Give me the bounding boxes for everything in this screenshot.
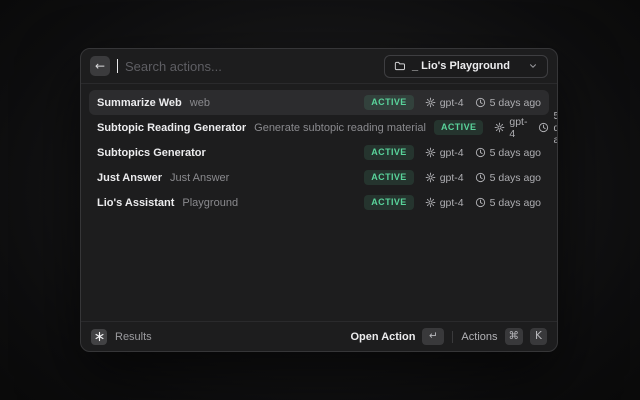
updated-label: 5 days ago [475,147,541,159]
gear-icon [494,122,505,133]
row-meta: ACTIVE gpt-4 5 days ago [434,110,558,146]
model-label: gpt-4 [494,116,527,140]
action-subtitle: Just Answer [170,172,229,184]
footer-divider [452,331,453,343]
action-subtitle: Playground [182,197,238,209]
gear-icon [425,172,436,183]
action-title: Just Answer [97,172,162,184]
gear-icon [425,147,436,158]
action-title: Summarize Web [97,97,182,109]
search-input[interactable] [125,59,377,74]
workspace-dropdown[interactable]: _ Lio's Playground [384,55,548,78]
status-badge: ACTIVE [364,145,413,160]
gear-icon [425,197,436,208]
enter-keycap: ↵ [422,328,444,345]
row-meta: ACTIVE gpt-4 5 days ago [364,95,541,110]
row-meta: ACTIVE gpt-4 5 days ago [364,195,541,210]
actions-list: Summarize Web web ACTIVE gpt-4 5 days ag… [81,84,557,321]
actions-menu-button[interactable]: Actions ⌘ K [461,328,547,345]
command-palette-window: ← _ Lio's Playground Summarize Web web A… [80,48,558,352]
status-badge: ACTIVE [364,170,413,185]
open-action-button[interactable]: Open Action ↵ [350,328,444,345]
chevron-down-icon [528,61,538,71]
list-item[interactable]: Subtopic Reading Generator Generate subt… [89,115,549,140]
action-title: Subtopics Generator [97,147,206,159]
cmd-keycap: ⌘ [505,328,524,345]
status-badge: ACTIVE [364,195,413,210]
status-badge: ACTIVE [364,95,413,110]
clock-icon [475,197,486,208]
model-label: gpt-4 [425,147,464,159]
gear-icon [425,97,436,108]
action-subtitle: web [190,97,210,109]
workspace-dropdown-label: _ Lio's Playground [412,60,522,72]
k-keycap: K [530,328,547,345]
row-meta: ACTIVE gpt-4 5 days ago [364,145,541,160]
folder-icon [394,60,406,72]
palette-footer: Results Open Action ↵ Actions ⌘ K [81,321,557,351]
text-caret [117,59,118,73]
results-label: Results [115,331,152,343]
row-meta: ACTIVE gpt-4 5 days ago [364,170,541,185]
model-label: gpt-4 [425,197,464,209]
clock-icon [475,97,486,108]
extension-logo-icon [91,329,107,345]
updated-label: 5 days ago [538,110,558,146]
updated-label: 5 days ago [475,172,541,184]
footer-actions: Open Action ↵ Actions ⌘ K [350,328,547,345]
action-subtitle: Generate subtopic reading material [254,122,426,134]
model-label: gpt-4 [425,97,464,109]
updated-label: 5 days ago [475,197,541,209]
status-badge: ACTIVE [434,120,483,135]
palette-header: ← _ Lio's Playground [81,49,557,84]
list-item[interactable]: Lio's Assistant Playground ACTIVE gpt-4 … [89,190,549,215]
updated-label: 5 days ago [475,97,541,109]
clock-icon [475,147,486,158]
clock-icon [475,172,486,183]
action-title: Lio's Assistant [97,197,174,209]
list-item[interactable]: Just Answer Just Answer ACTIVE gpt-4 5 d… [89,165,549,190]
back-button[interactable]: ← [90,56,110,76]
action-title: Subtopic Reading Generator [97,122,246,134]
clock-icon [538,122,549,133]
model-label: gpt-4 [425,172,464,184]
